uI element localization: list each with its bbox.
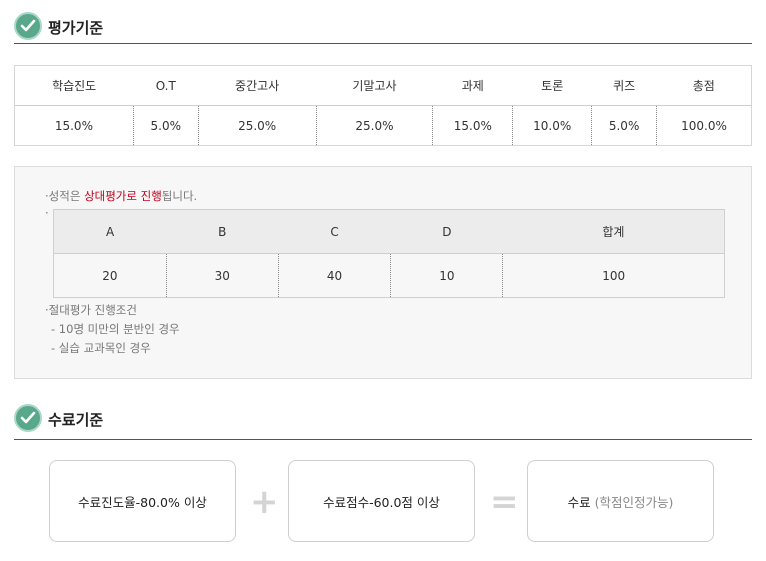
grade-d-value: 10	[390, 253, 503, 298]
check-circle-icon	[14, 12, 42, 40]
header-progress: 학습진도	[14, 65, 134, 106]
grade-value-row: 20 30 40 10 100	[53, 253, 725, 298]
value-progress: 15.0%	[54, 118, 93, 133]
note-prefix: ·성적은	[45, 189, 85, 203]
grade-a-header: A	[53, 209, 167, 254]
credit-note: (학점인정가능)	[594, 494, 674, 510]
evaluation-header-row: 학습진도 O.T 중간고사 기말고사 과제 토론 퀴즈 총점	[14, 65, 752, 106]
value-quiz: 5.0%	[591, 105, 657, 146]
section-title: 수료기준	[48, 411, 104, 429]
header-final: 기말고사	[316, 65, 433, 106]
value-ot: 5.0%	[132, 105, 199, 146]
condition-item: - 실습 교과목인 경우	[51, 341, 151, 355]
grade-distribution-table: A B C D 합계 20 30 40 10 100	[53, 209, 725, 298]
header-quiz: 퀴즈	[591, 65, 657, 106]
grade-a-value: 20	[53, 253, 167, 298]
relative-grading-note: ·성적은 상대평가로 진행됩니다.	[45, 188, 197, 204]
plus-icon: +	[250, 482, 279, 522]
check-circle-icon	[14, 404, 42, 432]
value-midterm: 25.0%	[197, 105, 317, 146]
evaluation-value-row: 15.0% 5.0% 25.0% 25.0% 15.0% 10.0% 5.0% …	[15, 105, 752, 146]
bullet-marker: ·	[45, 206, 49, 220]
completion-progress-text: 수료진도율-80.0% 이상	[78, 494, 207, 510]
grade-b-header: B	[166, 209, 279, 254]
header-discussion: 토론	[512, 65, 592, 106]
section-title: 평가기준	[48, 19, 104, 37]
completion-result-text: 수료	[567, 494, 591, 510]
header-ot: O.T	[133, 65, 199, 106]
grade-header-row: A B C D 합계	[53, 209, 725, 254]
completion-progress-box: 수료진도율-80.0% 이상	[49, 460, 236, 542]
evaluation-table: 학습진도 O.T 중간고사 기말고사 과제 토론 퀴즈 총점 15.0% 5.0…	[14, 65, 752, 146]
completion-score-box: 수료점수-60.0점 이상	[288, 460, 475, 542]
header-total: 총점	[656, 65, 752, 106]
completion-score-text: 수료점수-60.0점 이상	[323, 494, 440, 510]
equals-icon: =	[490, 482, 519, 522]
note-suffix: 됩니다.	[161, 189, 198, 203]
grading-info-box: ·성적은 상대평가로 진행됩니다. · A B C D 합계 20 30 40 …	[14, 166, 752, 379]
value-assignment: 15.0%	[432, 105, 513, 146]
grade-c-value: 40	[277, 253, 391, 298]
header-midterm: 중간고사	[198, 65, 317, 106]
section-header-completion: 수료기준	[14, 404, 752, 440]
grade-d-header: D	[390, 209, 503, 254]
completion-result-box: 수료 (학점인정가능)	[527, 460, 714, 542]
grade-sum-value: 100	[502, 253, 725, 298]
grade-b-value: 30	[165, 253, 279, 298]
absolute-grading-title: ·절대평가 진행조건	[45, 303, 137, 317]
condition-item: - 10명 미만의 분반인 경우	[51, 322, 180, 336]
note-highlight: 상대평가로 진행	[84, 189, 162, 203]
header-assignment: 과제	[432, 65, 513, 106]
grade-c-header: C	[278, 209, 391, 254]
value-discussion: 10.0%	[512, 105, 592, 146]
value-final: 25.0%	[315, 105, 433, 146]
grade-sum-header: 합계	[502, 209, 725, 254]
section-header-evaluation: 평가기준	[14, 12, 752, 44]
value-total: 100.0%	[656, 105, 752, 146]
